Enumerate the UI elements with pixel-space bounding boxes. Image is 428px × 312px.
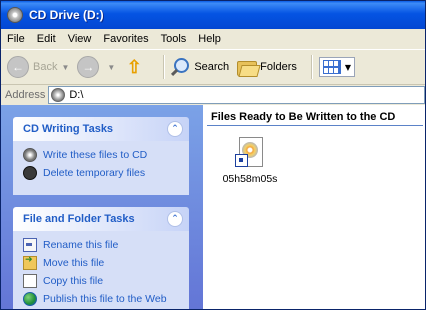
- file-name: 05h58m05s: [222, 173, 278, 185]
- file-folder-tasks-header[interactable]: File and Folder Tasks ⌃: [13, 207, 189, 231]
- chevron-down-icon: ▼: [107, 62, 116, 72]
- task-write-files[interactable]: Write these files to CD: [23, 147, 181, 163]
- file-folder-tasks-panel: File and Folder Tasks ⌃ Rename this file…: [13, 207, 189, 309]
- up-button[interactable]: ⇧: [123, 56, 149, 78]
- task-pane: CD Writing Tasks ⌃ Write these files to …: [1, 105, 203, 309]
- title-bar[interactable]: CD Drive (D:): [1, 1, 425, 29]
- address-bar: Address D:\: [1, 85, 425, 106]
- collapse-icon[interactable]: ⌃: [167, 211, 183, 227]
- cd-writing-tasks-body: Write these files to CD Delete temporary…: [13, 141, 189, 195]
- forward-arrow-icon: →: [77, 56, 100, 78]
- search-icon: [171, 57, 191, 77]
- file-item[interactable]: 05h58m05s: [215, 137, 285, 185]
- search-button[interactable]: Search: [171, 57, 229, 77]
- explorer-window: CD Drive (D:) File Edit View Favorites T…: [0, 0, 426, 310]
- window-title: CD Drive (D:): [29, 8, 104, 22]
- file-folder-tasks-body: Rename this file Move this file Copy thi…: [13, 231, 189, 309]
- cd-writing-tasks-title: CD Writing Tasks: [23, 123, 114, 135]
- task-label: Write these files to CD: [43, 149, 148, 161]
- folders-label: Folders: [260, 61, 297, 73]
- task-move[interactable]: Move this file: [23, 254, 181, 271]
- forward-button[interactable]: → ▼: [77, 56, 115, 78]
- write-cd-icon: [23, 148, 37, 162]
- task-rename[interactable]: Rename this file: [23, 237, 181, 253]
- views-icon: [322, 60, 341, 74]
- task-label: Copy this file: [43, 275, 104, 287]
- chevron-down-icon: ▼: [61, 62, 70, 72]
- move-icon: [23, 254, 37, 270]
- menu-favorites[interactable]: Favorites: [103, 33, 148, 45]
- toolbar-separator: [310, 55, 313, 79]
- address-field[interactable]: D:\: [48, 86, 425, 104]
- toolbar: ← Back ▼ → ▼ ⇧ Search Folders ▼: [1, 50, 425, 85]
- cd-drive-icon: [7, 7, 23, 23]
- collapse-icon[interactable]: ⌃: [167, 121, 183, 137]
- cd-writing-tasks-header[interactable]: CD Writing Tasks ⌃: [13, 117, 189, 141]
- menu-tools[interactable]: Tools: [161, 33, 187, 45]
- rename-icon: [23, 238, 37, 252]
- back-label: Back: [33, 61, 58, 73]
- cd-drive-icon: [51, 88, 66, 102]
- media-file-icon: [235, 137, 265, 169]
- file-list: Files Ready to Be Written to the CD 05h5…: [203, 105, 425, 309]
- task-label: Delete temporary files: [43, 167, 146, 179]
- task-label: Rename this file: [43, 239, 119, 251]
- file-group-header: Files Ready to Be Written to the CD: [211, 111, 396, 123]
- menu-bar: File Edit View Favorites Tools Help: [1, 29, 425, 50]
- menu-help[interactable]: Help: [198, 33, 221, 45]
- toolbar-separator: [163, 55, 166, 79]
- folders-button[interactable]: Folders: [237, 59, 297, 77]
- globe-icon: [23, 292, 37, 306]
- back-arrow-icon: ←: [7, 56, 29, 78]
- menu-file[interactable]: File: [7, 33, 25, 45]
- cd-writing-tasks-panel: CD Writing Tasks ⌃ Write these files to …: [13, 117, 189, 195]
- delete-files-icon: [23, 166, 37, 180]
- chevron-down-icon: ▼: [344, 62, 352, 72]
- content-area: CD Writing Tasks ⌃ Write these files to …: [1, 105, 425, 309]
- views-button[interactable]: ▼: [318, 57, 356, 77]
- task-label: Publish this file to the Web: [43, 293, 167, 305]
- task-publish[interactable]: Publish this file to the Web: [23, 291, 181, 307]
- copy-icon: [23, 274, 37, 288]
- address-value: D:\: [69, 89, 84, 101]
- search-label: Search: [194, 61, 230, 73]
- file-folder-tasks-title: File and Folder Tasks: [23, 213, 135, 225]
- menu-view[interactable]: View: [68, 33, 92, 45]
- menu-edit[interactable]: Edit: [37, 33, 56, 45]
- task-label: Move this file: [43, 257, 105, 269]
- task-delete-temp[interactable]: Delete temporary files: [23, 165, 181, 181]
- task-copy[interactable]: Copy this file: [23, 273, 181, 289]
- folders-icon: [237, 59, 261, 77]
- address-label: Address: [5, 89, 46, 101]
- group-divider: [207, 125, 423, 126]
- back-button[interactable]: ← Back ▼: [7, 56, 69, 78]
- folder-up-icon: ⇧: [126, 56, 142, 77]
